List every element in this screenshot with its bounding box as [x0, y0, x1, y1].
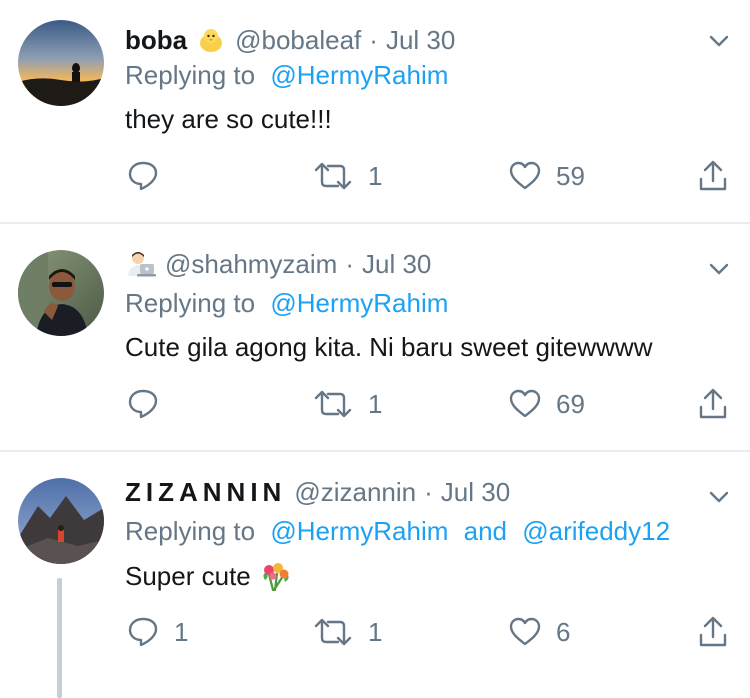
- tweet-card[interactable]: boba @bobaleaf · Jul 30 Replying to @Her…: [0, 0, 750, 222]
- share-icon: [699, 616, 727, 647]
- replying-to-line: Replying to @HermyRahim: [125, 288, 448, 319]
- tweet-actions: 1 1 6: [0, 608, 750, 656]
- display-name[interactable]: ZIZANNIN: [125, 477, 286, 508]
- chevron-down-icon[interactable]: [708, 486, 730, 508]
- mention-link[interactable]: @HermyRahim: [270, 516, 448, 546]
- like-icon: [509, 161, 541, 190]
- retweet-icon: [314, 618, 352, 646]
- retweet-count: 1: [368, 388, 383, 419]
- tweet-header: ZIZANNIN @zizannin · Jul 30: [125, 472, 510, 512]
- retweet-count: 1: [368, 616, 383, 647]
- retweet-button[interactable]: 1: [312, 152, 382, 200]
- like-button[interactable]: 69: [508, 380, 585, 428]
- user-handle[interactable]: @zizannin: [294, 477, 416, 508]
- replying-to-line: Replying to @HermyRahim: [125, 60, 448, 91]
- tweet-actions: 1 69: [0, 380, 750, 428]
- tweet-text-content: Super cute: [125, 560, 251, 591]
- reply-count: 1: [174, 616, 189, 647]
- retweet-button[interactable]: 1: [312, 608, 382, 656]
- chevron-down-icon[interactable]: [708, 30, 730, 52]
- tweet-date[interactable]: Jul 30: [362, 249, 431, 280]
- replying-prefix: Replying to: [125, 60, 256, 90]
- mention-link[interactable]: @arifeddy12: [522, 516, 670, 546]
- reply-button[interactable]: [126, 152, 174, 200]
- reply-icon: [128, 389, 158, 419]
- replying-prefix: Replying to: [125, 516, 256, 546]
- avatar[interactable]: [18, 478, 104, 564]
- tweet-text-content: they are so cute!!!: [125, 104, 332, 134]
- like-button[interactable]: 59: [508, 152, 585, 200]
- tweet-text: they are so cute!!!: [125, 104, 332, 135]
- sunset-avatar-image: [18, 20, 104, 106]
- retweet-icon: [314, 162, 352, 190]
- tweet-card[interactable]: @shahmyzaim · Jul 30 Replying to @HermyR…: [0, 224, 750, 450]
- tweet-actions: 1 59: [0, 152, 750, 200]
- like-count: 6: [556, 616, 571, 647]
- tweet-card[interactable]: ZIZANNIN @zizannin · Jul 30 Replying to …: [0, 452, 750, 698]
- share-button[interactable]: [697, 608, 729, 656]
- reply-button[interactable]: 1: [126, 608, 188, 656]
- like-button[interactable]: 6: [508, 608, 570, 656]
- share-icon: [699, 388, 727, 419]
- retweet-button[interactable]: 1: [312, 380, 382, 428]
- tweet-text: Cute gila agong kita. Ni baru sweet gite…: [125, 332, 652, 363]
- separator-dot: ·: [424, 476, 433, 507]
- mention-link[interactable]: @HermyRahim: [270, 60, 448, 90]
- like-icon: [509, 617, 541, 646]
- mountain-avatar-image: [18, 478, 104, 564]
- retweet-count: 1: [368, 160, 383, 191]
- retweet-icon: [314, 390, 352, 418]
- tweet-date[interactable]: Jul 30: [441, 477, 510, 508]
- share-icon: [699, 160, 727, 191]
- bouquet-emoji: [259, 560, 291, 592]
- reply-icon: [128, 161, 158, 191]
- avatar[interactable]: [18, 250, 104, 336]
- avatar[interactable]: [18, 20, 104, 106]
- tweet-header: @shahmyzaim · Jul 30: [125, 244, 431, 284]
- chevron-down-icon[interactable]: [708, 258, 730, 280]
- like-icon: [509, 389, 541, 418]
- replying-prefix: Replying to: [125, 288, 256, 318]
- technologist-emoji: [125, 250, 157, 278]
- reply-button[interactable]: [126, 380, 174, 428]
- portrait-avatar-image: [18, 250, 104, 336]
- separator-dot: ·: [369, 24, 378, 55]
- mention-link[interactable]: @HermyRahim: [270, 288, 448, 318]
- display-name[interactable]: boba: [125, 25, 187, 56]
- reply-icon: [128, 617, 158, 647]
- user-handle[interactable]: @shahmyzaim: [165, 249, 337, 280]
- like-count: 69: [556, 388, 585, 419]
- tweet-text: Super cute: [125, 560, 291, 592]
- share-button[interactable]: [697, 380, 729, 428]
- share-button[interactable]: [697, 152, 729, 200]
- tweet-header: boba @bobaleaf · Jul 30: [125, 20, 455, 60]
- tweet-date[interactable]: Jul 30: [386, 25, 455, 56]
- baby-chick-emoji: [197, 26, 225, 54]
- tweet-text-content: Cute gila agong kita. Ni baru sweet gite…: [125, 332, 653, 362]
- separator-dot: ·: [345, 248, 354, 279]
- user-handle[interactable]: @bobaleaf: [235, 25, 361, 56]
- replying-to-line: Replying to @HermyRahim and @arifeddy12: [125, 516, 670, 547]
- mention-joiner: and: [463, 516, 508, 546]
- like-count: 59: [556, 160, 585, 191]
